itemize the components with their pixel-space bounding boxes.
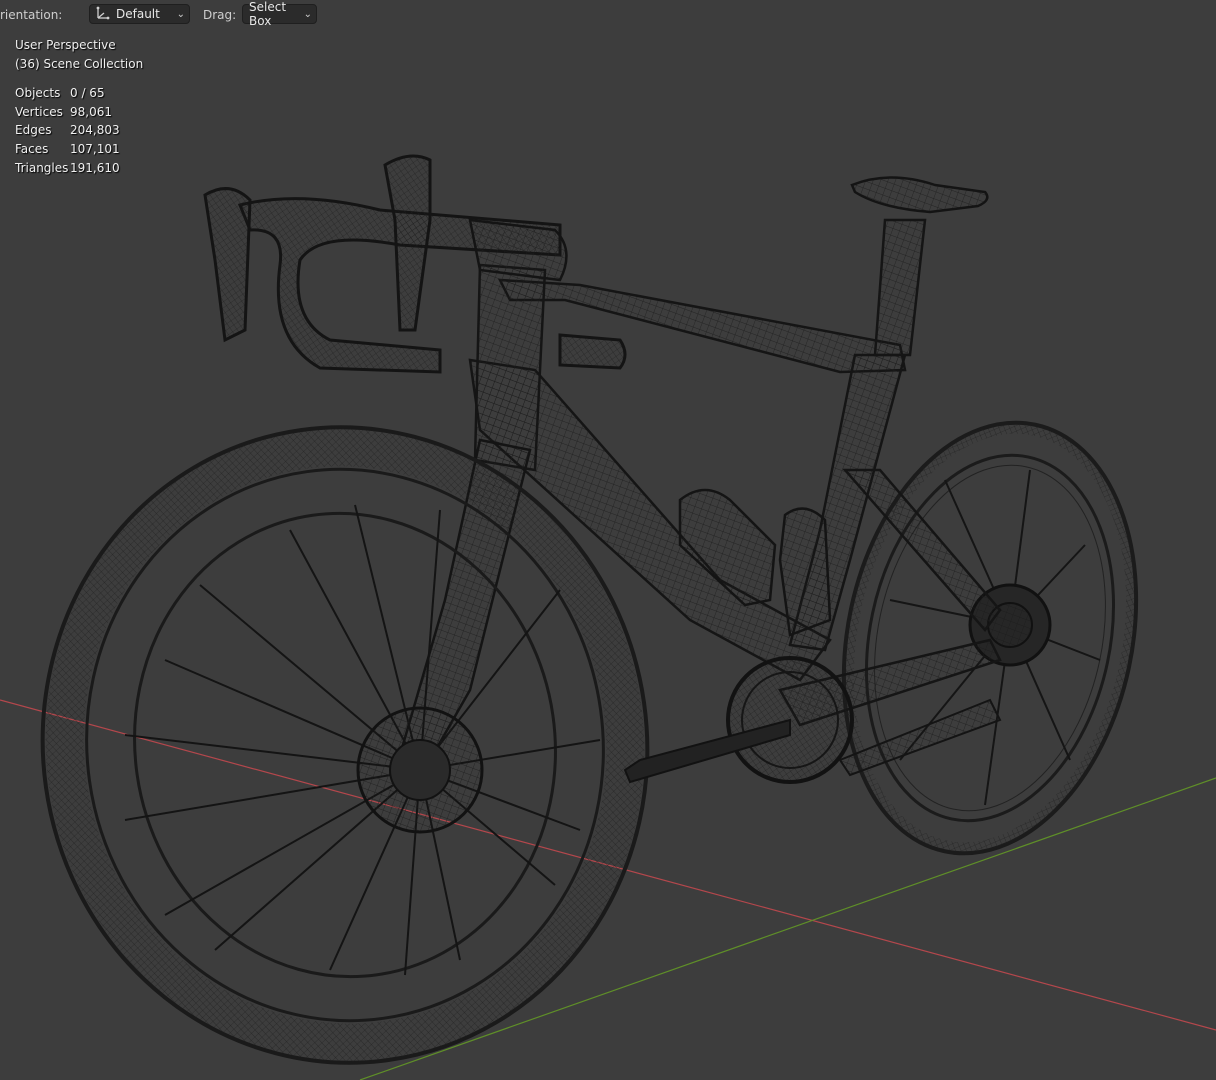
y-axis-line	[359, 777, 1216, 1080]
bottle-2	[778, 507, 832, 637]
stat-value: 204,803	[70, 123, 120, 138]
stat-value: 107,101	[70, 141, 120, 156]
stat-label: Objects	[15, 86, 61, 101]
view-name: User Perspective	[15, 38, 116, 52]
stat-value: 98,061	[70, 104, 112, 119]
drag-dropdown[interactable]: Select Box ⌄	[242, 0, 317, 28]
stat-row-faces: Faces 107,101	[15, 140, 143, 159]
drag-value: Select Box	[249, 0, 287, 28]
stat-row-triangles: Triangles 191,610	[15, 159, 143, 178]
viewport-overlay-info: User Perspective (36) Scene Collection O…	[15, 36, 143, 177]
saddle	[850, 176, 989, 214]
stat-row-edges: Edges 204,803	[15, 121, 143, 140]
orientation-label: rientation:	[0, 8, 63, 22]
orientation-value: Default	[116, 7, 160, 21]
stat-row-objects: Objects 0 / 65	[15, 84, 143, 103]
chevron-down-icon: ⌄	[176, 8, 185, 20]
chevron-down-icon: ⌄	[303, 8, 312, 20]
stat-label: Edges	[15, 123, 52, 138]
collection-name: (36) Scene Collection	[15, 56, 144, 71]
orientation-gizmo-icon	[96, 6, 110, 20]
stat-label: Triangles	[15, 160, 69, 175]
viewport-header: rientation: Default ⌄ Drag: Select Box ⌄	[0, 0, 330, 30]
stat-value: 191,610	[70, 160, 120, 175]
stat-row-vertices: Vertices 98,061	[15, 103, 143, 122]
stat-label: Vertices	[15, 104, 63, 119]
wireframe-scene	[0, 154, 1216, 1080]
orientation-dropdown[interactable]: Default ⌄	[89, 4, 190, 24]
stat-value: 0 / 65	[70, 86, 105, 101]
stem	[468, 218, 568, 282]
drag-label: Drag:	[203, 8, 237, 22]
stat-label: Faces	[15, 141, 49, 156]
3d-viewport[interactable]	[0, 0, 1216, 1080]
